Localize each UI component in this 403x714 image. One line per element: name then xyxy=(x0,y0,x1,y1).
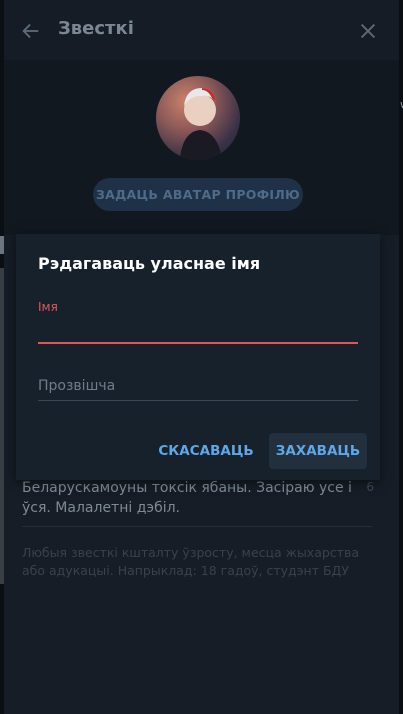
bio-hint: Любыя звесткі кшталту ўзросту, месца жых… xyxy=(22,545,359,578)
bio-divider xyxy=(22,526,372,527)
name-input[interactable] xyxy=(38,318,358,340)
close-icon[interactable] xyxy=(357,20,379,42)
surname-input[interactable] xyxy=(38,375,358,397)
avatar[interactable] xyxy=(156,76,240,160)
bio-text[interactable]: Беларускамоуны токсік ябаны. Засіраю усе… xyxy=(22,478,352,518)
edit-name-dialog: Рэдагаваць уласнае імя Імя СКАСАВАЦЬ ЗАХ… xyxy=(16,234,380,480)
surname-input-underline xyxy=(38,400,358,401)
profile-area: ЗАДАЦЬ АВАТАР ПРОФІЛЮ xyxy=(4,60,399,235)
back-arrow-icon[interactable] xyxy=(20,20,42,42)
panel-header: Звесткі xyxy=(4,0,399,60)
name-input-underline xyxy=(38,342,358,344)
avatar-image xyxy=(180,88,222,160)
save-button[interactable]: ЗАХАВАЦЬ xyxy=(269,433,367,469)
name-field-label: Імя xyxy=(38,300,58,314)
panel-title: Звесткі xyxy=(58,18,134,39)
dialog-title: Рэдагаваць уласнае імя xyxy=(38,254,261,273)
bio-char-count: 6 xyxy=(366,480,374,494)
set-avatar-button[interactable]: ЗАДАЦЬ АВАТАР ПРОФІЛЮ xyxy=(93,178,303,211)
cancel-button[interactable]: СКАСАВАЦЬ xyxy=(158,433,254,469)
